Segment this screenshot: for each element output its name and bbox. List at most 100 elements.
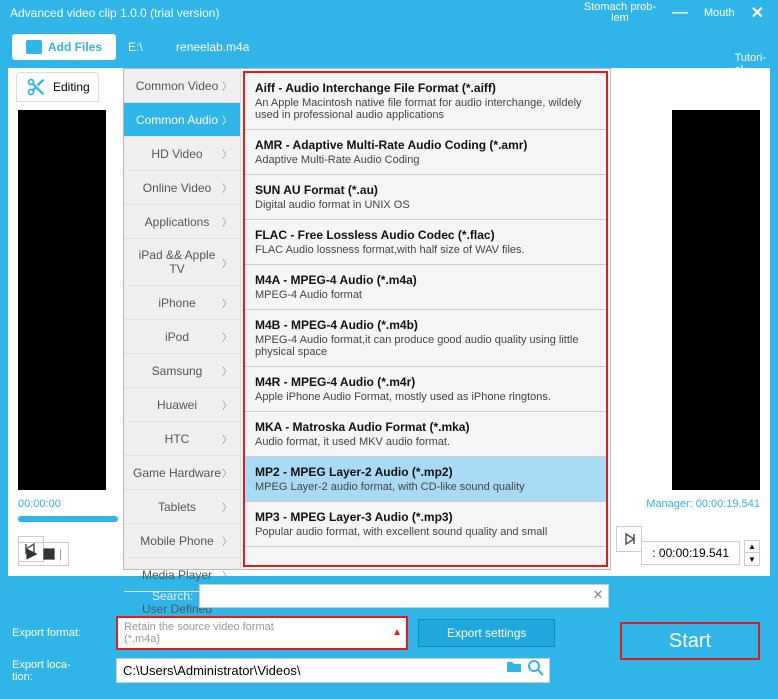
search-icon[interactable]	[528, 660, 544, 679]
format-item-7[interactable]: MKA - Matroska Audio Format (*.mka)Audio…	[245, 412, 606, 457]
chevron-right-icon: 〉	[222, 567, 232, 582]
category-item-2[interactable]: HD Video〉	[124, 137, 240, 171]
video-preview-right	[672, 110, 760, 490]
video-preview-left	[18, 110, 106, 490]
chevron-right-icon: 〉	[222, 180, 232, 195]
scissors-icon	[25, 77, 47, 97]
export-location-label: Export loca- tion:	[12, 659, 106, 683]
format-title: MKA - Matroska Audio Format (*.mka)	[255, 420, 596, 434]
category-label: Samsung	[132, 364, 222, 378]
toolbar: Add Files E:\ reneelab.m4a	[0, 26, 778, 68]
category-item-6[interactable]: iPhone〉	[124, 286, 240, 320]
category-label: HD Video	[132, 147, 222, 161]
category-item-0[interactable]: Common Video〉	[124, 69, 240, 103]
format-item-3[interactable]: FLAC - Free Lossless Audio Codec (*.flac…	[245, 220, 606, 265]
category-label: iPhone	[132, 296, 222, 310]
start-button[interactable]: Start	[620, 622, 760, 660]
category-item-1[interactable]: Common Audio〉	[124, 103, 240, 137]
search-input[interactable]	[199, 584, 609, 608]
format-item-5[interactable]: M4B - MPEG-4 Audio (*.m4b) MPEG-4 Audio f…	[245, 310, 606, 367]
time-start: 00:00:00	[18, 498, 61, 510]
stop-button[interactable]	[42, 547, 56, 561]
editing-tab[interactable]: Editing	[16, 72, 99, 102]
format-title: M4R - MPEG-4 Audio (*.m4r)	[255, 375, 596, 389]
chevron-right-icon: 〉	[222, 214, 232, 229]
time-spinner[interactable]: ▲ ▼	[744, 540, 760, 566]
chevron-right-icon: 〉	[222, 255, 232, 270]
category-item-3[interactable]: Online Video〉	[124, 171, 240, 205]
export-format-label: Export format:	[12, 627, 106, 639]
format-pane: Aiff - Audio Interchange File Format (*.…	[241, 69, 610, 569]
category-label: Tablets	[132, 500, 222, 514]
editing-tab-label: Editing	[53, 80, 90, 94]
marker-out-button[interactable]	[616, 526, 642, 552]
category-label: HTC	[132, 432, 222, 446]
category-list: Common Video〉Common Audio〉HD Video〉Onlin…	[124, 69, 241, 569]
manager-label: Manager: 00:00:19.541	[646, 498, 760, 510]
format-title: MP3 - MPEG Layer-3 Audio (*.mp3)	[255, 510, 596, 524]
chevron-right-icon: 〉	[222, 397, 232, 412]
titlebar-text-2: Mouth	[704, 7, 735, 19]
chevron-right-icon: 〉	[222, 329, 232, 344]
folder-open-icon[interactable]	[506, 660, 522, 679]
category-item-7[interactable]: iPod〉	[124, 320, 240, 354]
titlebar: Advanced video clip 1.0.0 (trial version…	[0, 0, 778, 26]
time-end-value[interactable]: : 00:00:19.541	[641, 541, 740, 565]
spinner-down[interactable]: ▼	[745, 553, 759, 565]
app-title: Advanced video clip 1.0.0 (trial version…	[10, 6, 584, 20]
export-format-select[interactable]: Retain the source video format (*.m4a) ▲	[116, 616, 408, 650]
format-title: SUN AU Format (*.au)	[255, 183, 596, 197]
format-popup: Common Video〉Common Audio〉HD Video〉Onlin…	[123, 68, 611, 570]
category-item-9[interactable]: Huawei〉	[124, 388, 240, 422]
category-label: iPod	[132, 330, 222, 344]
format-item-8[interactable]: MP2 - MPEG Layer-2 Audio (*.mp2) MPEG Lay…	[245, 457, 606, 502]
format-scroll[interactable]: Aiff - Audio Interchange File Format (*.…	[245, 73, 606, 565]
chevron-right-icon: 〉	[222, 112, 232, 127]
format-title: MP2 - MPEG Layer-2 Audio (*.mp2)	[255, 465, 596, 479]
category-label: Online Video	[132, 181, 222, 195]
format-desc: Digital audio format in UNIX OS	[255, 199, 596, 211]
play-button[interactable]	[25, 547, 39, 561]
marker-icon	[622, 532, 636, 546]
timeline-slider[interactable]	[18, 516, 118, 522]
format-item-1[interactable]: AMR - Adaptive Multi-Rate Audio Coding (…	[245, 130, 606, 175]
format-item-0[interactable]: Aiff - Audio Interchange File Format (*.…	[245, 73, 606, 130]
minimize-button[interactable]: —	[668, 4, 692, 22]
add-files-button[interactable]: Add Files	[12, 34, 116, 60]
category-label: iPad && Apple TV	[132, 248, 222, 276]
time-end-controls: : 00:00:19.541 ▲ ▼	[641, 540, 760, 566]
format-desc: FLAC Audio lossness format,with half siz…	[255, 244, 596, 256]
export-settings-button[interactable]: Export settings	[418, 619, 555, 647]
spinner-up[interactable]: ▲	[745, 541, 759, 553]
export-location-row: Export loca- tion:	[12, 658, 766, 683]
category-item-13[interactable]: Mobile Phone〉	[124, 524, 240, 558]
export-format-value: Retain the source video format (*.m4a)	[124, 621, 274, 645]
category-item-11[interactable]: Game Hardware〉	[124, 456, 240, 490]
category-label: Huawei	[132, 398, 222, 412]
category-item-10[interactable]: HTC〉	[124, 422, 240, 456]
file-path: E:\ reneelab.m4a	[128, 40, 249, 54]
titlebar-text-1: Stomach prob- lem	[584, 2, 656, 24]
format-desc: Apple iPhone Audio Format, mostly used a…	[255, 391, 596, 403]
category-label: Applications	[132, 215, 222, 229]
format-desc: MPEG-4 Audio format	[255, 289, 596, 301]
category-item-5[interactable]: iPad && Apple TV〉	[124, 239, 240, 286]
category-item-4[interactable]: Applications〉	[124, 205, 240, 239]
format-item-4[interactable]: M4A - MPEG-4 Audio (*.m4a)MPEG-4 Audio f…	[245, 265, 606, 310]
format-desc: Popular audio format, with excellent sou…	[255, 526, 596, 538]
playback-controls: |	[18, 542, 69, 566]
format-desc: MPEG Layer-2 audio format, with CD-like …	[255, 481, 596, 493]
chevron-right-icon: 〉	[222, 363, 232, 378]
close-button[interactable]: ✕	[747, 3, 768, 23]
format-item-6[interactable]: M4R - MPEG-4 Audio (*.m4r) Apple iPhone A…	[245, 367, 606, 412]
category-item-8[interactable]: Samsung〉	[124, 354, 240, 388]
format-item-2[interactable]: SUN AU Format (*.au) Digital audio format…	[245, 175, 606, 220]
format-desc: Adaptive Multi-Rate Audio Coding	[255, 154, 596, 166]
search-clear-icon[interactable]: ✕	[592, 587, 603, 603]
format-desc: MPEG-4 Audio format,it can produce good …	[255, 334, 596, 358]
category-label: Game Hardware	[132, 466, 222, 480]
export-location-input[interactable]	[116, 658, 550, 683]
format-title: M4B - MPEG-4 Audio (*.m4b)	[255, 318, 596, 332]
category-item-12[interactable]: Tablets〉	[124, 490, 240, 524]
format-item-9[interactable]: MP3 - MPEG Layer-3 Audio (*.mp3) Popular …	[245, 502, 606, 547]
